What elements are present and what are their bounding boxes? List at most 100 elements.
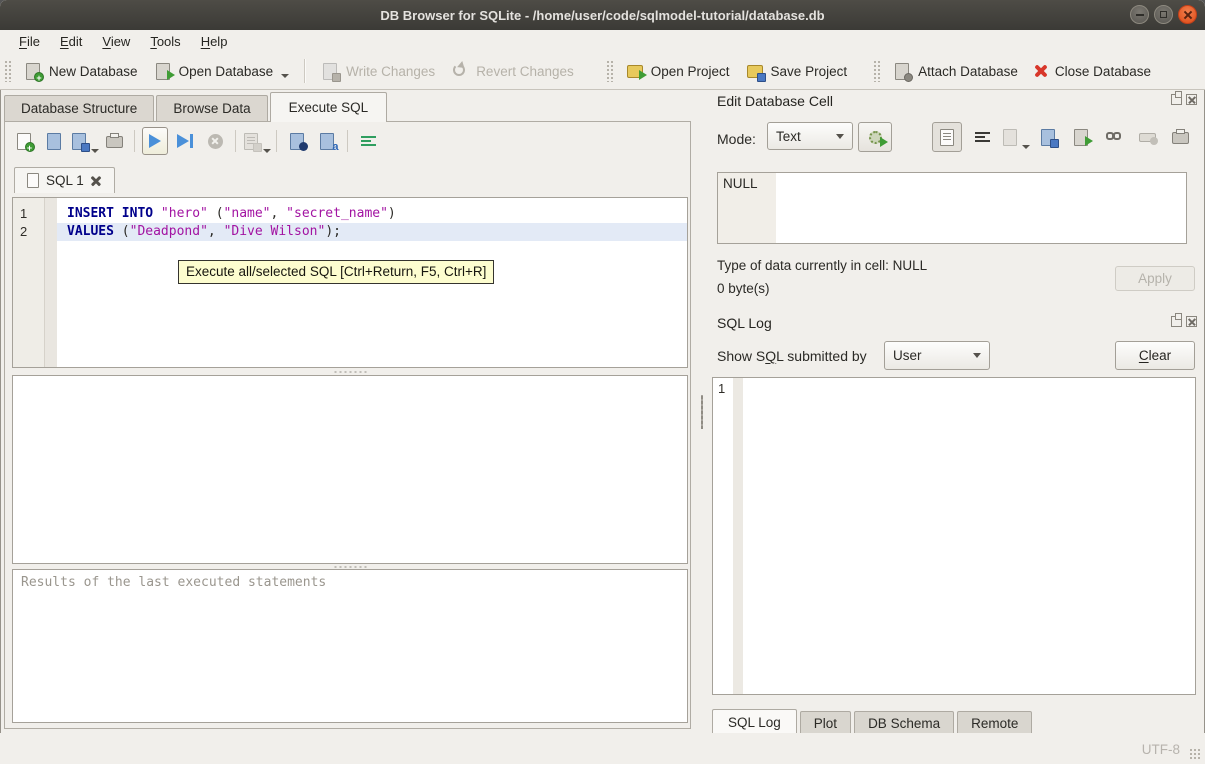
sql-log-dock-buttons bbox=[1171, 316, 1197, 327]
menu-file[interactable]: File bbox=[10, 32, 49, 51]
open-sql-file-button[interactable] bbox=[41, 127, 67, 155]
text-document-icon bbox=[938, 128, 957, 146]
results-grid[interactable] bbox=[12, 375, 688, 564]
close-tab-icon[interactable] bbox=[91, 175, 102, 186]
write-changes-button[interactable]: Write Changes bbox=[313, 58, 443, 84]
cell-value-editor[interactable]: NULL bbox=[717, 172, 1187, 244]
open-file-icon bbox=[45, 132, 64, 150]
revert-changes-button[interactable]: Revert Changes bbox=[443, 58, 582, 84]
close-database-button[interactable]: Close Database bbox=[1026, 60, 1159, 83]
save-sql-file-button[interactable] bbox=[71, 127, 97, 155]
minimize-button[interactable] bbox=[1130, 5, 1149, 24]
print-icon bbox=[1171, 128, 1190, 146]
menu-edit[interactable]: Edit bbox=[51, 32, 91, 51]
new-sql-tab-button[interactable]: + bbox=[11, 127, 37, 155]
stop-icon bbox=[208, 134, 223, 149]
auto-switch-mode-button[interactable] bbox=[858, 122, 892, 152]
clear-log-button[interactable]: Clear bbox=[1115, 341, 1195, 370]
sql-log-title: SQL Log bbox=[717, 315, 772, 331]
find-icon bbox=[288, 132, 307, 150]
find-button[interactable] bbox=[284, 127, 310, 155]
attach-database-label: Attach Database bbox=[918, 64, 1018, 79]
close-dock-icon[interactable] bbox=[1186, 94, 1197, 105]
open-database-dropdown-icon[interactable] bbox=[281, 74, 289, 78]
main-toolbar: + New Database Open Database Write Chang… bbox=[0, 53, 1205, 90]
open-project-button[interactable]: Open Project bbox=[618, 58, 738, 84]
mode-value: Text bbox=[776, 129, 801, 144]
execute-line-button[interactable] bbox=[172, 127, 198, 155]
word-wrap-button[interactable] bbox=[969, 123, 995, 151]
set-null-button[interactable] bbox=[1134, 123, 1160, 151]
open-database-button[interactable]: Open Database bbox=[146, 58, 298, 84]
code-line-1: INSERT INTO "hero" ("name", "secret_name… bbox=[57, 205, 687, 223]
toolbar-separator bbox=[134, 130, 135, 152]
titlebar[interactable]: DB Browser for SQLite - /home/user/code/… bbox=[0, 0, 1205, 30]
execute-tooltip: Execute all/selected SQL [Ctrl+Return, F… bbox=[178, 260, 494, 284]
chevron-down-icon bbox=[836, 134, 844, 139]
import-cell-button[interactable] bbox=[1002, 123, 1028, 151]
minimize-icon bbox=[1136, 14, 1144, 16]
maximize-button[interactable] bbox=[1154, 5, 1173, 24]
copy-link-button[interactable] bbox=[1101, 123, 1127, 151]
format-icon bbox=[361, 136, 376, 146]
resize-grip[interactable] bbox=[1189, 748, 1201, 760]
execute-sql-page: + a SQL 1 bbox=[4, 121, 691, 729]
export-cell-button[interactable] bbox=[1035, 123, 1061, 151]
copy-results-button[interactable] bbox=[243, 127, 269, 155]
save-file-dropdown-icon[interactable] bbox=[91, 149, 99, 153]
sql-log-view[interactable]: 1 bbox=[712, 377, 1196, 695]
open-database-icon bbox=[154, 62, 173, 80]
apply-button[interactable]: Apply bbox=[1115, 266, 1195, 291]
sql-file-icon bbox=[27, 173, 39, 188]
sql1-tab[interactable]: SQL 1 bbox=[14, 167, 115, 193]
log-filter-select[interactable]: User bbox=[884, 341, 990, 370]
mode-select[interactable]: Text bbox=[767, 122, 853, 150]
encoding-indicator[interactable]: UTF-8 bbox=[1142, 742, 1180, 757]
toolbar-drag-handle[interactable] bbox=[4, 60, 12, 82]
find-replace-button[interactable]: a bbox=[314, 127, 340, 155]
print-cell-button[interactable] bbox=[1167, 123, 1193, 151]
pane-splitter[interactable] bbox=[12, 368, 688, 375]
tab-browse-data[interactable]: Browse Data bbox=[156, 95, 267, 122]
dock-splitter[interactable] bbox=[694, 90, 710, 733]
menu-tools[interactable]: Tools bbox=[141, 32, 189, 51]
float-dock-icon[interactable] bbox=[1171, 94, 1182, 105]
mode-label: Mode: bbox=[717, 131, 756, 147]
open-project-icon bbox=[626, 62, 645, 80]
main-tab-bar: Database Structure Browse Data Execute S… bbox=[4, 93, 389, 122]
code-line-2-current: VALUES ("Deadpond", "Dive Wilson"); bbox=[57, 223, 687, 241]
toolbar-drag-handle[interactable] bbox=[606, 60, 614, 82]
open-external-button[interactable] bbox=[1068, 123, 1094, 151]
log-fold-margin bbox=[733, 378, 743, 694]
statusbar: UTF-8 bbox=[0, 733, 1205, 764]
line-number: 2 bbox=[13, 223, 44, 241]
save-project-button[interactable]: Save Project bbox=[738, 58, 856, 84]
cell-type-info: Type of data currently in cell: NULL bbox=[717, 258, 927, 273]
print-sql-button[interactable] bbox=[101, 127, 127, 155]
export-icon bbox=[1039, 128, 1058, 146]
log-line-number: 1 bbox=[713, 378, 733, 694]
close-icon bbox=[1183, 10, 1193, 20]
float-dock-icon[interactable] bbox=[1171, 316, 1182, 327]
log-filter-label: Show SQL submitted by bbox=[717, 348, 867, 364]
menu-view[interactable]: View bbox=[93, 32, 139, 51]
link-icon bbox=[1106, 132, 1123, 142]
toolbar-drag-handle[interactable] bbox=[873, 60, 881, 82]
window-controls bbox=[1130, 5, 1197, 24]
print-icon bbox=[105, 132, 124, 150]
fold-margin bbox=[45, 198, 57, 367]
edit-cell-title: Edit Database Cell bbox=[717, 93, 833, 109]
attach-database-button[interactable]: Attach Database bbox=[885, 58, 1026, 84]
results-message-pane[interactable]: Results of the last executed statements bbox=[12, 569, 688, 723]
tab-execute-sql[interactable]: Execute SQL bbox=[270, 92, 388, 122]
close-dock-icon[interactable] bbox=[1186, 316, 1197, 327]
main-area: Database Structure Browse Data Execute S… bbox=[0, 90, 1205, 733]
execute-sql-button[interactable] bbox=[142, 127, 168, 155]
new-database-button[interactable]: + New Database bbox=[16, 58, 146, 84]
text-mode-button[interactable] bbox=[932, 122, 962, 152]
stop-execution-button[interactable] bbox=[202, 127, 228, 155]
close-button[interactable] bbox=[1178, 5, 1197, 24]
menu-help[interactable]: Help bbox=[192, 32, 237, 51]
format-sql-button[interactable] bbox=[355, 127, 381, 155]
tab-database-structure[interactable]: Database Structure bbox=[4, 95, 154, 122]
